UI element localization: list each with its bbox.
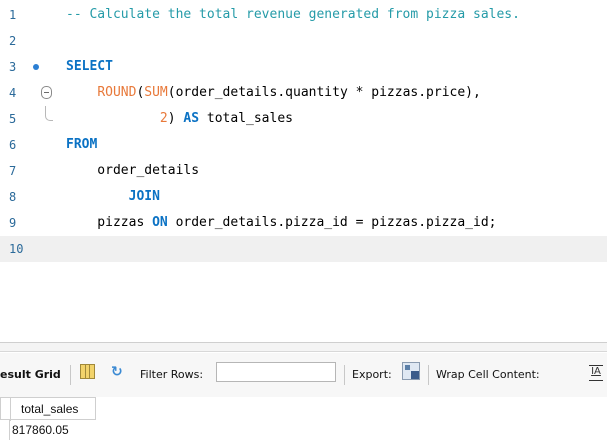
token: order_details.pizza_id = pizzas.pizza_id… [167, 215, 497, 230]
line-number: 8 [9, 190, 17, 204]
gutter [30, 184, 56, 210]
toolbar-separator [428, 365, 429, 385]
row-marker [0, 420, 10, 440]
code-line[interactable]: 7 order_details [0, 158, 607, 184]
code-line[interactable]: 8 JOIN [0, 184, 607, 210]
token-kw: AS [183, 111, 200, 126]
gutter [30, 236, 56, 262]
row-header-corner [1, 398, 11, 421]
toolbar-separator [344, 365, 345, 385]
token: (order_details.quantity * pizzas.price), [167, 85, 481, 100]
code-text: 2) AS total_sales [66, 106, 293, 132]
wrap-cell-content-icon[interactable]: IA [589, 365, 603, 381]
current-statement-dot-icon [33, 64, 39, 70]
token-kw: FROM [66, 137, 98, 152]
grid-view-icon[interactable] [80, 364, 95, 379]
token: order_details [66, 163, 200, 178]
result-grid-tab-label[interactable]: esult Grid [0, 367, 61, 383]
code-line[interactable]: 4 ROUND(SUM(order_details.quantity * piz… [0, 80, 607, 106]
code-text: ROUND(SUM(order_details.quantity * pizza… [66, 80, 481, 106]
export-icon[interactable] [402, 362, 420, 380]
code-line[interactable]: 5 2) AS total_sales [0, 106, 607, 132]
column-header-label: total_sales [21, 402, 79, 416]
cell-total-sales[interactable]: 817860.05 [12, 423, 69, 437]
gutter [30, 210, 56, 236]
sql-editor[interactable]: 1 -- Calculate the total revenue generate… [0, 0, 607, 342]
code-line[interactable]: 10 [0, 236, 607, 262]
wrap-cell-content-label: Wrap Cell Content: [436, 368, 540, 381]
line-number: 5 [9, 112, 17, 126]
toolbar-separator [70, 365, 71, 385]
token-fn: ROUND [97, 85, 137, 100]
line-number: 10 [9, 242, 24, 256]
code-text: FROM [66, 132, 97, 158]
fold-toggle-icon[interactable] [41, 86, 52, 99]
line-number: 9 [9, 216, 17, 230]
token-num: 2 [159, 111, 168, 126]
line-number: 6 [9, 138, 17, 152]
gutter [30, 28, 56, 54]
panel-splitter[interactable] [0, 342, 607, 352]
token-cmt: -- Calculate the total revenue generated… [66, 7, 520, 22]
token: ) [167, 111, 184, 126]
code-line[interactable]: 9 pizzas ON order_details.pizza_id = piz… [0, 210, 607, 236]
gutter [30, 106, 56, 132]
line-number: 7 [9, 164, 17, 178]
token-fn: SUM [144, 85, 168, 100]
line-number: 1 [9, 8, 17, 22]
line-number: 2 [9, 34, 17, 48]
gutter [30, 54, 56, 80]
code-line[interactable]: 3 SELECT [0, 54, 607, 80]
gutter [30, 2, 56, 28]
line-number: 4 [9, 86, 17, 100]
column-header-total-sales[interactable]: total_sales [0, 397, 96, 421]
token: pizzas [66, 215, 153, 230]
line-number: 3 [9, 60, 17, 74]
code-text: JOIN [66, 184, 160, 210]
token-kw: ON [152, 215, 168, 230]
result-grid: total_sales 817860.05 [0, 397, 607, 440]
export-label: Export: [352, 368, 392, 381]
filter-rows-input[interactable] [216, 362, 336, 382]
result-toolbar: esult Grid ↻ Filter Rows: Export: Wrap C… [0, 353, 607, 397]
code-line[interactable]: 6 FROM [0, 132, 607, 158]
code-line[interactable]: 1 -- Calculate the total revenue generate… [0, 2, 607, 28]
filter-rows-icon[interactable]: ↻ [111, 364, 129, 380]
gutter [30, 80, 56, 106]
token: total_sales [199, 111, 293, 126]
table-row[interactable]: 817860.05 [0, 420, 96, 440]
gutter [30, 158, 56, 184]
token-kw: SELECT [66, 59, 113, 74]
code-text: -- Calculate the total revenue generated… [66, 2, 520, 28]
code-text: order_details [66, 158, 199, 184]
token-kw: JOIN [128, 189, 160, 204]
code-text: pizzas ON order_details.pizza_id = pizza… [66, 210, 496, 236]
code-line[interactable]: 2 [0, 28, 607, 54]
code-text: SELECT [66, 54, 113, 80]
filter-rows-label: Filter Rows: [140, 368, 204, 381]
gutter [30, 132, 56, 158]
fold-end-icon [45, 106, 53, 121]
